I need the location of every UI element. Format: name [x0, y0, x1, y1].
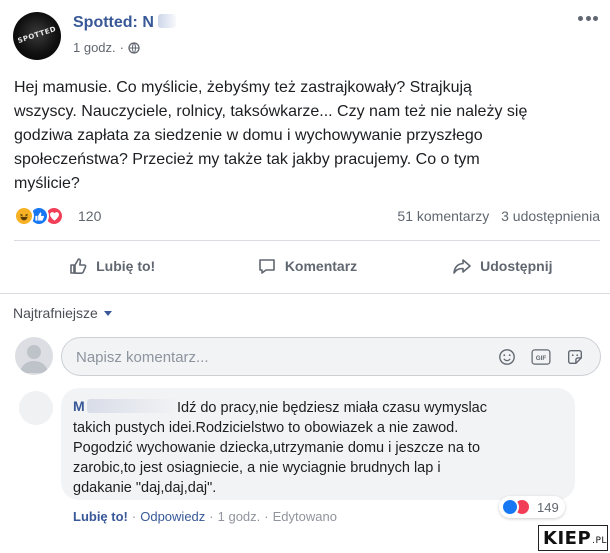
- page-name-blur: [157, 14, 176, 28]
- comment-body: Idź do pracy,nie będziesz miała czasu wy…: [73, 400, 487, 496]
- comment-time[interactable]: 1 godz.: [218, 509, 261, 524]
- comment-bubble: M Idź do pracy,nie będziesz miała czasu …: [61, 388, 575, 500]
- reactions-row: 120 51 komentarzy 3 udostępnienia: [14, 205, 600, 227]
- share-stats: 51 komentarzy 3 udostępnienia: [389, 208, 600, 224]
- like-reaction-icon: [501, 498, 519, 516]
- watermark-main: KIEP: [543, 527, 592, 549]
- separator: ·: [209, 509, 214, 524]
- divider: [14, 240, 600, 241]
- comment-icon: [259, 259, 275, 274]
- separator: ·: [131, 509, 137, 524]
- reaction-count[interactable]: 120: [78, 208, 101, 224]
- share-label: Udostępnij: [480, 258, 553, 274]
- watermark-logo: KIEP .PL: [538, 525, 608, 551]
- like-button[interactable]: Lubię to!: [14, 248, 209, 284]
- gif-icon[interactable]: GIF: [530, 347, 552, 367]
- comment-edited[interactable]: Edytowano: [273, 509, 337, 524]
- globe-icon[interactable]: [128, 41, 140, 54]
- post-time[interactable]: 1 godz.: [73, 40, 116, 55]
- comment-label: Komentarz: [284, 258, 358, 274]
- post-text: Hej mamusie. Co myślicie, żebyśmy też za…: [14, 79, 528, 192]
- separator: ·: [264, 509, 269, 524]
- user-avatar: [15, 337, 53, 375]
- action-bar: Lubię to! Komentarz Udostępnij: [14, 248, 600, 284]
- haha-icon: [14, 206, 34, 226]
- svg-text:GIF: GIF: [536, 355, 547, 362]
- commenter-avatar[interactable]: [19, 391, 53, 425]
- comment-sort-dropdown[interactable]: Najtrafniejsze: [13, 305, 112, 321]
- like-label: Lubię to!: [96, 258, 156, 274]
- post-header: SPOTTED Spotted: N 1 godz. ·: [13, 12, 598, 62]
- comment-reaction-count: 149: [537, 499, 559, 515]
- comment-input[interactable]: [76, 346, 476, 368]
- divider: [0, 293, 610, 294]
- page-avatar[interactable]: SPOTTED: [13, 12, 61, 60]
- more-options-icon[interactable]: [578, 16, 598, 24]
- share-icon: [453, 259, 471, 274]
- comment-input-box[interactable]: GIF: [61, 337, 601, 376]
- page-logo: SPOTTED: [16, 25, 58, 45]
- share-button[interactable]: Udostępnij: [405, 248, 600, 284]
- page-name-text[interactable]: Spotted: N: [73, 14, 154, 31]
- input-icons: GIF: [496, 347, 586, 367]
- comment-reply-link[interactable]: Odpowiedz: [140, 509, 205, 524]
- meta-separator: ·: [119, 40, 124, 55]
- comment-actions: Lubię to! · Odpowiedz · 1 godz. · Edytow…: [73, 509, 337, 524]
- comment-reactions[interactable]: 149: [499, 496, 565, 518]
- smiley-icon[interactable]: [496, 347, 518, 367]
- comment-text: Idź do pracy,nie będziesz miała czasu wy…: [73, 398, 563, 498]
- comments-count[interactable]: 51 komentarzy: [397, 208, 489, 224]
- reaction-icons[interactable]: [14, 206, 64, 226]
- caret-down-icon: [103, 310, 112, 316]
- watermark-suffix: .PL: [592, 536, 607, 546]
- comment-button[interactable]: Komentarz: [209, 248, 404, 284]
- page-name[interactable]: Spotted: N: [73, 14, 176, 32]
- shares-count[interactable]: 3 udostępnienia: [501, 208, 600, 224]
- thumbs-up-icon: [70, 258, 87, 274]
- sticker-icon[interactable]: [564, 347, 586, 367]
- comment-like-link[interactable]: Lubię to!: [73, 509, 128, 524]
- post-meta: 1 godz. ·: [73, 40, 140, 55]
- sort-label: Najtrafniejsze: [13, 305, 98, 321]
